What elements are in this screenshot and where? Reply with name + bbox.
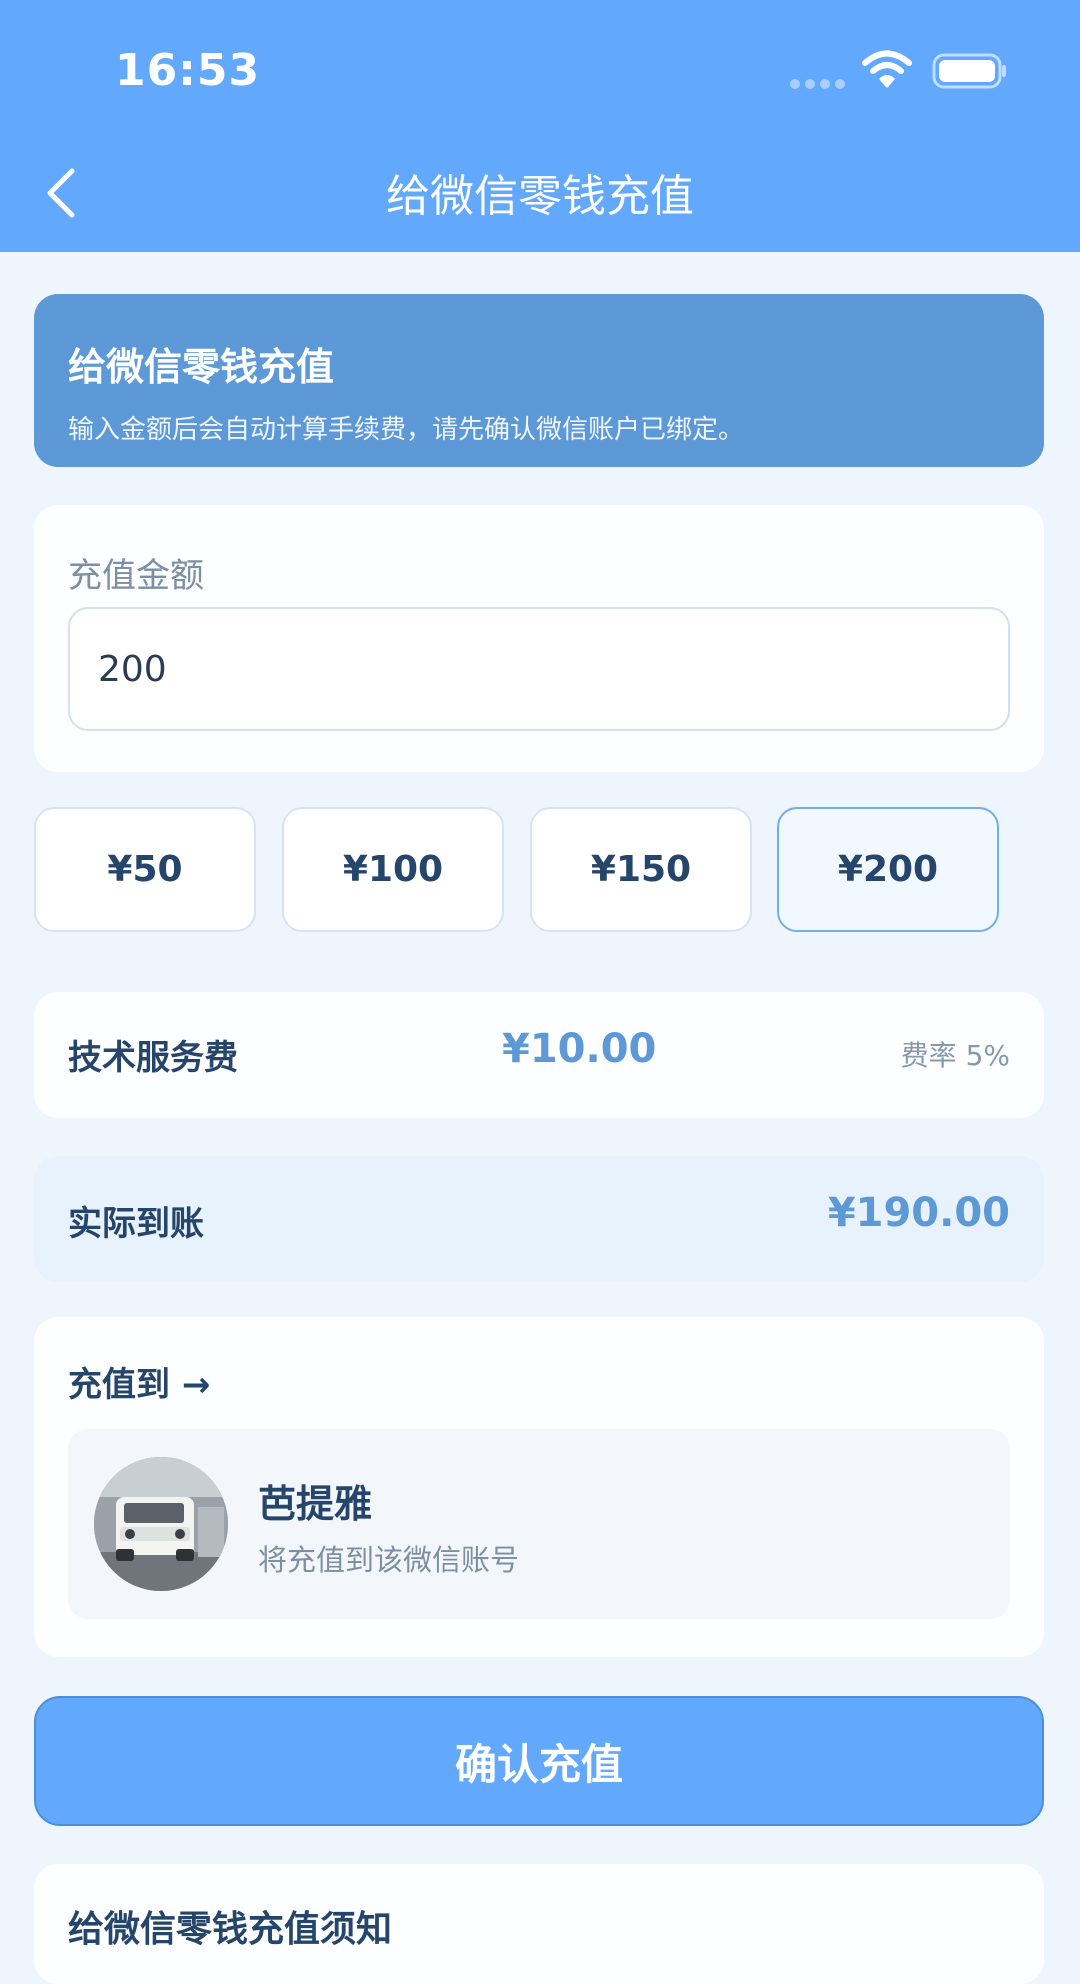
recipient-account[interactable]: 芭提雅 将充值到该微信账号 <box>68 1429 1010 1619</box>
header: 16:53 给微信零钱充值 <box>0 0 1080 252</box>
battery-icon <box>932 53 1006 89</box>
preset-150-button[interactable]: ¥150 <box>530 807 752 932</box>
fee-label: 技术服务费 <box>68 1038 238 1078</box>
notice-card: 给微信零钱充值须知 <box>34 1864 1044 1984</box>
status-time: 16:53 <box>115 45 261 96</box>
page-title: 给微信零钱充值 <box>386 171 694 222</box>
preset-50-button[interactable]: ¥50 <box>34 807 256 932</box>
recipient-description: 将充值到该微信账号 <box>258 1543 520 1577</box>
info-banner: 给微信零钱充值 输入金额后会自动计算手续费，请先确认微信账户已绑定。 <box>34 294 1044 467</box>
notice-title: 给微信零钱充值须知 <box>68 1909 393 1950</box>
amount-card: 充值金额 <box>34 505 1044 772</box>
fee-value: ¥10.00 <box>502 1026 657 1072</box>
amount-input[interactable] <box>68 607 1010 731</box>
banner-subtitle: 输入金额后会自动计算手续费，请先确认微信账户已绑定。 <box>68 415 745 445</box>
preset-200-button[interactable]: ¥200 <box>777 807 999 932</box>
actual-amount-card: 实际到账 ¥190.00 <box>34 1156 1044 1282</box>
confirm-recharge-button[interactable]: 确认充值 <box>34 1696 1044 1826</box>
service-fee-card: 技术服务费 ¥10.00 费率 5% <box>34 992 1044 1118</box>
car-photo-icon <box>94 1457 228 1591</box>
actual-value: ¥190.00 <box>827 1190 1010 1236</box>
recipient-title[interactable]: 充值到 → <box>68 1357 210 1406</box>
fee-rate: 费率 5% <box>900 1039 1010 1072</box>
recipient-card: 充值到 → 芭提雅 将充值到该微信账号 <box>34 1317 1044 1657</box>
recipient-name: 芭提雅 <box>258 1482 373 1526</box>
avatar <box>94 1457 228 1591</box>
signal-icon <box>790 79 845 89</box>
preset-100-button[interactable]: ¥100 <box>282 807 504 932</box>
actual-label: 实际到账 <box>68 1204 204 1244</box>
wifi-icon <box>862 50 912 88</box>
banner-title: 给微信零钱充值 <box>68 345 335 389</box>
amount-label: 充值金额 <box>68 556 204 596</box>
